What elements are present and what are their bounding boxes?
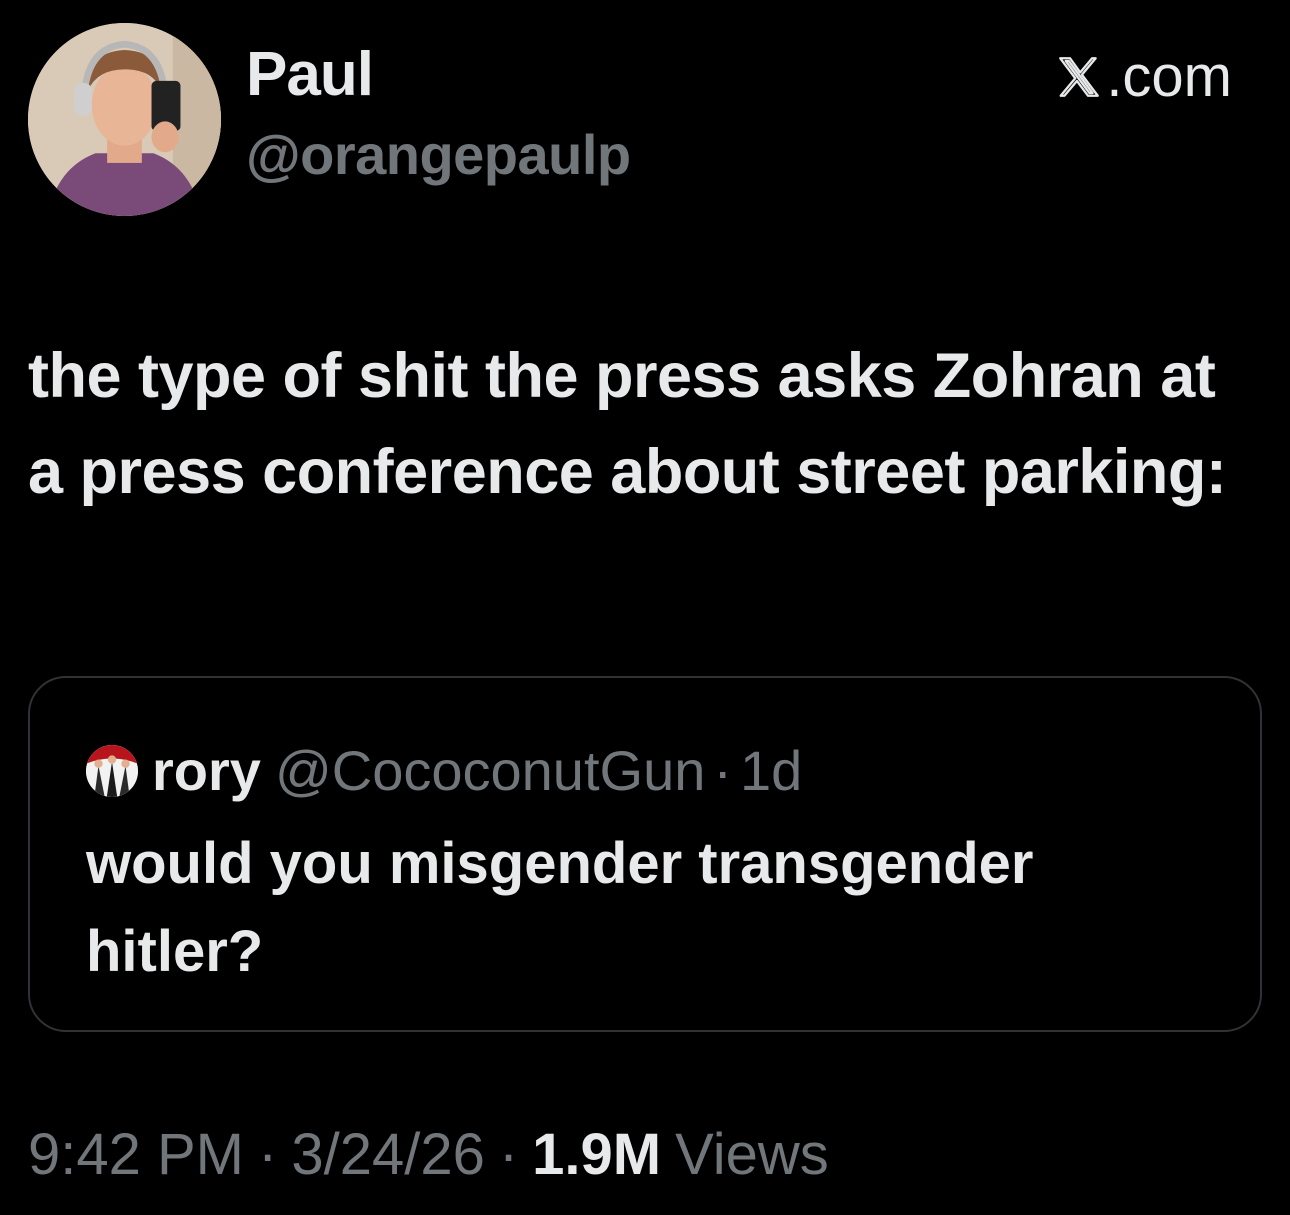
tweet-text: the type of shit the press asks Zohran a… (28, 341, 1227, 507)
quoted-tweet-text: would you misgender transgender hitler? (86, 831, 1034, 984)
quoted-author-display-name[interactable]: rory (152, 738, 261, 804)
quoted-tweet-header: rory @CococonutGun · 1d (86, 738, 802, 804)
tweet-time[interactable]: 9:42 PM (28, 1120, 244, 1190)
source-domain-label: .com (1106, 44, 1232, 109)
x-logo-icon (1054, 52, 1104, 102)
source-domain: .com (1054, 44, 1232, 110)
quoted-timestamp[interactable]: 1d (740, 738, 802, 804)
avatar-photo-icon (28, 23, 221, 216)
tweet-meta: 9:42 PM · 3/24/26 · 1.9M Views (28, 1120, 829, 1190)
views-count: 1.9M (532, 1122, 662, 1187)
quoted-tweet[interactable]: rory @CococonutGun · 1d would you misgen… (28, 676, 1262, 1032)
meta-separator: · (498, 1122, 519, 1187)
tweet-card: Paul @orangepaulp .com the type of shit … (0, 0, 1290, 1215)
author-avatar[interactable] (28, 23, 221, 216)
quoted-separator: · (713, 739, 733, 802)
views-label: Views (675, 1122, 829, 1187)
meta-separator: · (258, 1122, 278, 1187)
author-display-name[interactable]: Paul (246, 40, 374, 110)
author-handle[interactable]: @orangepaulp (246, 122, 631, 188)
quoted-author-avatar[interactable] (86, 745, 138, 797)
quoted-author-handle[interactable]: @CococonutGun (275, 738, 705, 804)
quoted-avatar-photo-icon (86, 745, 138, 797)
tweet-date[interactable]: 3/24/26 (291, 1120, 485, 1190)
